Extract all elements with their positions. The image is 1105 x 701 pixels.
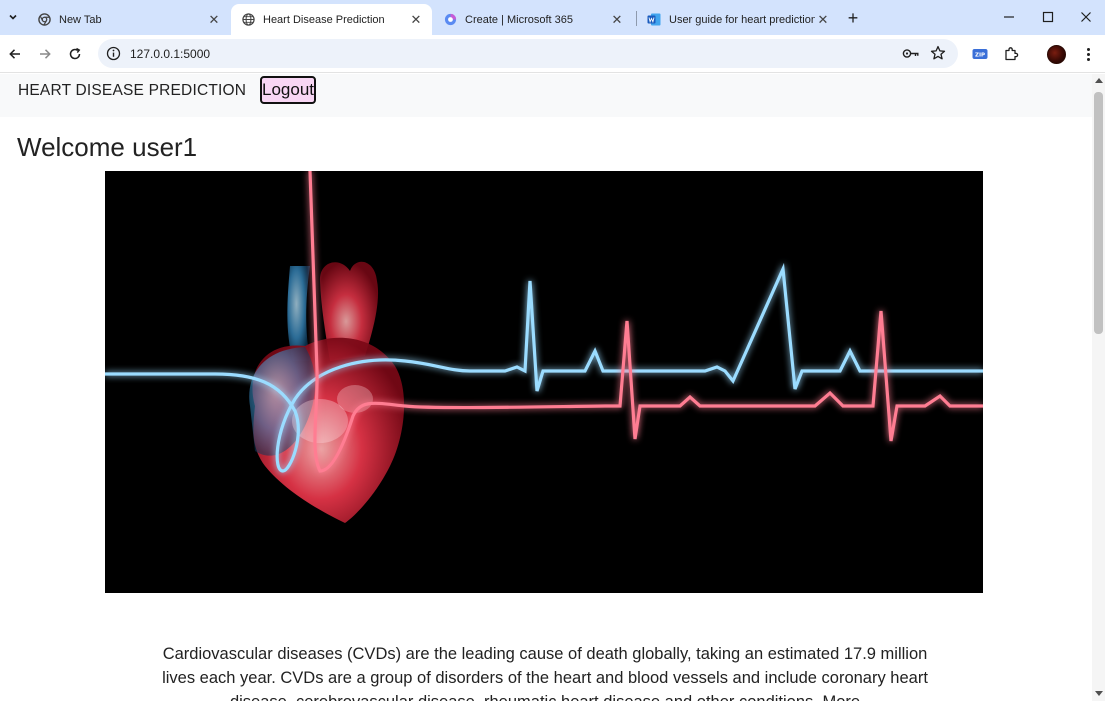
new-tab-button[interactable]: + (842, 8, 864, 28)
minimize-icon[interactable] (989, 2, 1029, 32)
maximize-icon[interactable] (1028, 2, 1068, 32)
tab-label: Create | Microsoft 365 (465, 13, 574, 26)
back-arrow-icon[interactable] (3, 42, 27, 66)
tab-new-tab[interactable]: New Tab ✕ (27, 4, 230, 35)
intro-paragraph: Cardiovascular diseases (CVDs) are the l… (162, 645, 928, 701)
site-info-icon[interactable] (106, 46, 121, 61)
close-tab-icon[interactable]: ✕ (609, 12, 625, 28)
scroll-down-arrow-icon[interactable] (1095, 691, 1103, 696)
tab-user-guide[interactable]: User guide for heart prediction ✕ (637, 4, 839, 35)
hero-image (105, 171, 983, 593)
tab-label: Heart Disease Prediction (263, 13, 385, 26)
tab-search-chevron-icon[interactable] (0, 4, 26, 30)
welcome-heading: Welcome user1 (17, 132, 198, 162)
bookmark-star-icon[interactable] (930, 45, 946, 61)
address-bar[interactable]: 127.0.0.1:5000 (98, 39, 958, 68)
browser-tabstrip: New Tab ✕ Heart Disease Prediction ✕ Cre… (0, 0, 1105, 35)
browser-toolbar: 127.0.0.1:5000 ZIP (0, 35, 1105, 73)
close-tab-icon[interactable]: ✕ (206, 12, 222, 28)
forward-arrow-icon[interactable] (33, 42, 57, 66)
zip-extension-icon[interactable]: ZIP (970, 44, 990, 64)
profile-avatar[interactable] (1047, 45, 1066, 64)
globe-icon (241, 13, 255, 27)
close-window-icon[interactable] (1066, 2, 1105, 32)
extensions-puzzle-icon[interactable] (1001, 44, 1021, 64)
tab-label: New Tab (59, 13, 102, 26)
logout-button[interactable]: Logout (260, 76, 316, 104)
page-scrollbar[interactable] (1092, 74, 1105, 701)
scroll-up-arrow-icon[interactable] (1095, 78, 1103, 83)
tab-label: User guide for heart prediction (669, 13, 815, 26)
close-tab-icon[interactable]: ✕ (408, 12, 424, 28)
browser-menu-icon[interactable] (1078, 44, 1098, 64)
reload-icon[interactable] (63, 42, 87, 66)
scrollbar-thumb[interactable] (1094, 92, 1103, 334)
tab-heart-disease-prediction[interactable]: Heart Disease Prediction ✕ (231, 4, 432, 35)
url-text: 127.0.0.1:5000 (130, 47, 211, 61)
svg-text:ZIP: ZIP (975, 53, 985, 59)
close-tab-icon[interactable]: ✕ (815, 12, 831, 28)
chrome-icon (37, 13, 51, 27)
page-viewport: HEART DISEASE PREDICTION Logout Welcome … (0, 74, 1092, 701)
site-brand[interactable]: HEART DISEASE PREDICTION (18, 82, 246, 100)
microsoft365-icon (443, 13, 457, 27)
site-navbar: HEART DISEASE PREDICTION Logout (0, 74, 1092, 117)
heart-ecg-illustration (105, 171, 983, 523)
password-key-icon[interactable] (902, 46, 920, 61)
tab-create-microsoft-365[interactable]: Create | Microsoft 365 ✕ (433, 4, 633, 35)
word-icon (647, 13, 661, 27)
